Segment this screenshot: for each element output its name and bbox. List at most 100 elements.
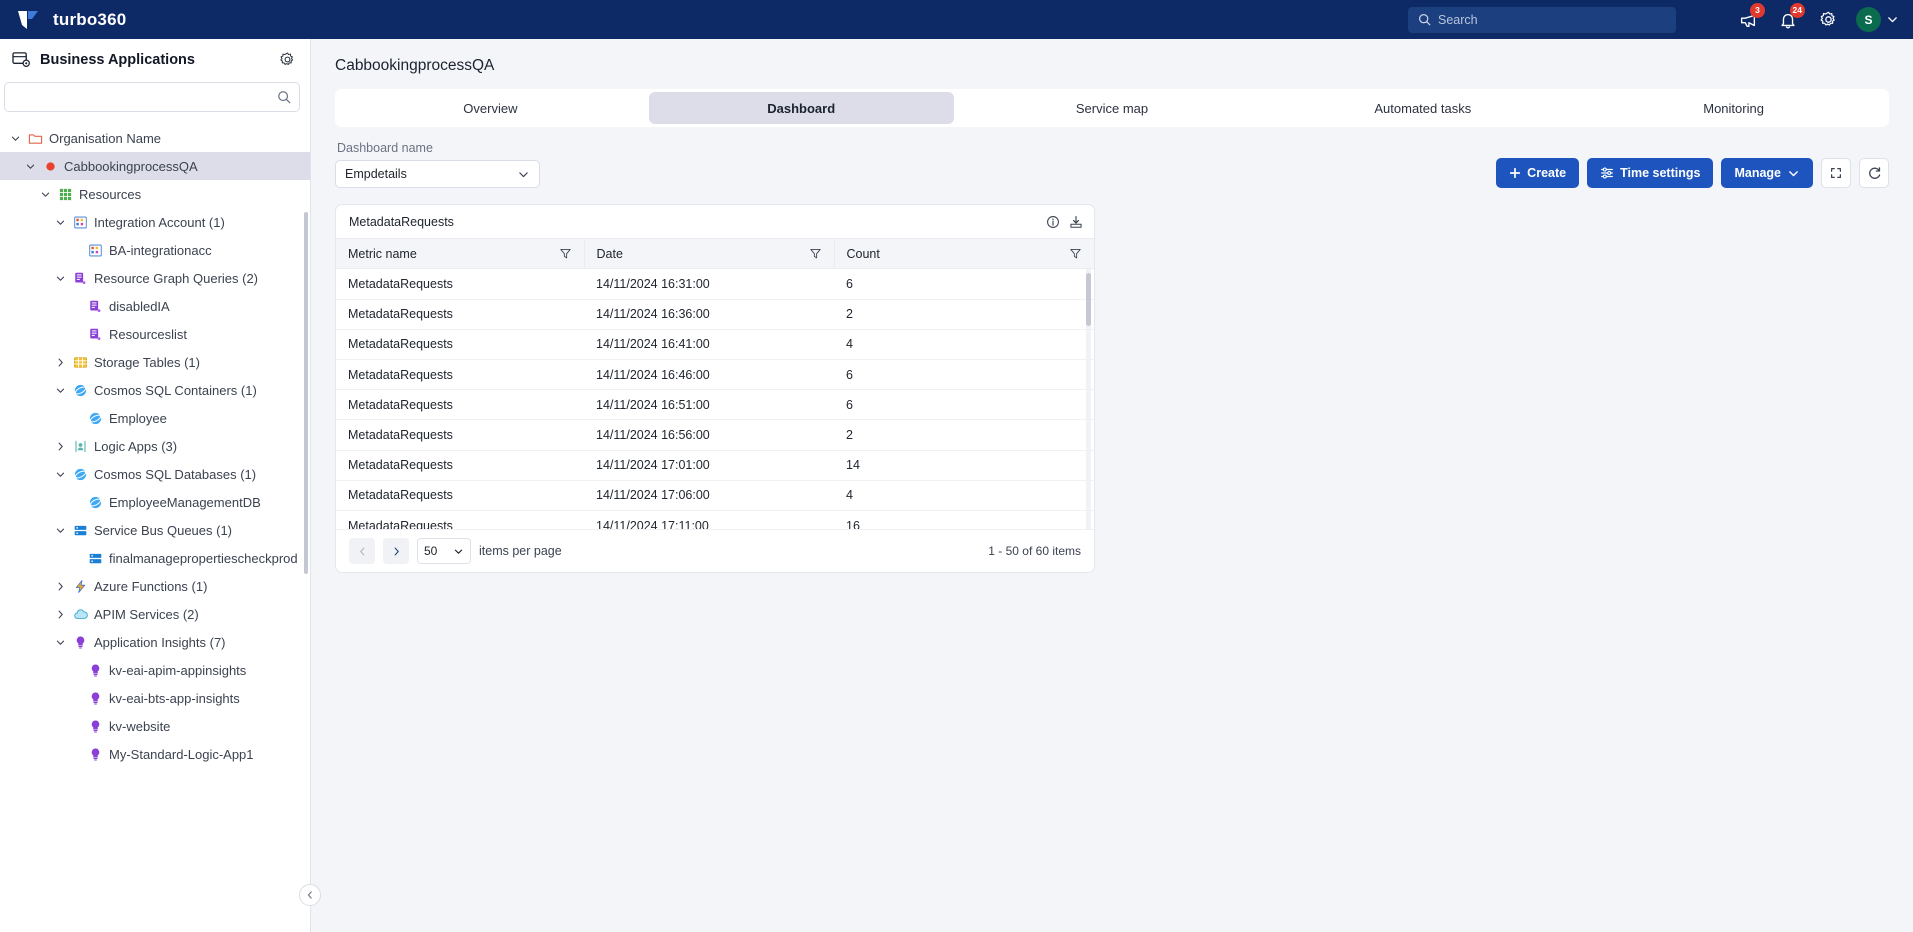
widget-export-button[interactable] [1069,215,1083,229]
sidebar-collapse-button[interactable] [299,884,321,906]
tree-node[interactable]: Logic Apps (3) [0,432,310,460]
search-input[interactable] [1438,12,1666,27]
tree-node[interactable]: Application Insights (7) [0,628,310,656]
tree-node[interactable]: BA-integrationacc [0,236,310,264]
manage-button[interactable]: Manage [1721,158,1813,188]
search-icon [278,91,291,104]
fullscreen-button[interactable] [1821,158,1851,188]
table-column-header[interactable]: Count [834,238,1094,269]
dashboard-name-select[interactable]: Empdetails [335,160,540,188]
tree-node-caret[interactable] [38,189,52,200]
tree-node[interactable]: APIM Services (2) [0,600,310,628]
table-row[interactable]: MetadataRequests 14/11/2024 16:31:00 6 [336,269,1094,300]
cosmos-icon [89,496,102,508]
tree-node[interactable]: Organisation Name [0,124,310,152]
table-cell: MetadataRequests [336,510,584,529]
table-row[interactable]: MetadataRequests 14/11/2024 16:36:00 2 [336,299,1094,330]
tree-node[interactable]: Resourceslist [0,320,310,348]
tab-automated-tasks[interactable]: Automated tasks [1270,92,1575,124]
tree-node-caret[interactable] [53,357,67,368]
sidebar-scrollbar[interactable] [304,212,308,574]
tree-node[interactable]: My-Standard-Logic-App1 [0,740,310,768]
user-menu[interactable]: S [1848,7,1913,32]
refresh-button[interactable] [1859,158,1889,188]
tree-node[interactable]: Resources [0,180,310,208]
next-page-button[interactable] [383,538,409,564]
tree-node-caret[interactable] [53,637,67,648]
tree-node[interactable]: Azure Functions (1) [0,572,310,600]
chevron-down-icon [56,276,64,281]
resource-tree-scroll[interactable]: Organisation Name CabbookingprocessQA Reso… [0,124,310,932]
tree-node[interactable]: Employee [0,404,310,432]
tree-node-caret[interactable] [53,217,67,228]
tree-node[interactable]: kv-eai-apim-appinsights [0,656,310,684]
brand[interactable]: turbo360 [0,8,126,32]
tree-node[interactable]: CabbookingprocessQA [0,152,310,180]
chevron-right-icon [58,610,63,618]
tree-node[interactable]: Storage Tables (1) [0,348,310,376]
tree-node-caret[interactable] [53,609,67,620]
table-row[interactable]: MetadataRequests 14/11/2024 17:06:00 4 [336,480,1094,512]
tree-node[interactable]: Cosmos SQL Containers (1) [0,376,310,404]
widget-info-button[interactable] [1046,215,1060,229]
chevron-down-icon [56,472,64,477]
tree-node[interactable]: Resource Graph Queries (2) [0,264,310,292]
sidebar-search[interactable] [4,82,300,112]
filter-icon[interactable] [559,247,572,260]
tree-node-caret[interactable] [53,441,67,452]
tree-node[interactable]: Integration Account (1) [0,208,310,236]
filter-icon[interactable] [1069,247,1082,260]
tree-node-caret[interactable] [53,273,67,284]
tree-node[interactable]: kv-website [0,712,310,740]
table-row[interactable]: MetadataRequests 14/11/2024 16:56:00 2 [336,419,1094,451]
tree-node[interactable]: disabledIA [0,292,310,320]
filter-icon[interactable] [809,247,822,260]
tree-node-label: My-Standard-Logic-App1 [109,746,254,762]
table-column-header[interactable]: Date [584,238,835,269]
table-cell: 14/11/2024 16:46:00 [584,359,834,391]
tree-node-caret[interactable] [53,581,67,592]
tree-node[interactable]: kv-eai-bts-app-insights [0,684,310,712]
table-column-header[interactable]: Metric name [336,238,585,269]
table-row[interactable]: MetadataRequests 14/11/2024 17:01:00 14 [336,450,1094,481]
chevron-down-icon [41,192,49,197]
time-settings-button[interactable]: Time settings [1587,158,1714,188]
tree-node[interactable]: Service Bus Queues (1) [0,516,310,544]
search-icon [1419,14,1431,26]
table-row[interactable]: MetadataRequests 14/11/2024 16:46:00 6 [336,359,1094,391]
table-scrollbar[interactable] [1086,273,1091,326]
tab-dashboard[interactable]: Dashboard [648,92,954,124]
cosmos-icon [74,384,87,396]
page-size-select[interactable]: 50 [417,538,471,564]
table-row[interactable]: MetadataRequests 14/11/2024 16:41:00 4 [336,329,1094,361]
tree-node[interactable]: Cosmos SQL Databases (1) [0,460,310,488]
chevron-right-icon [58,582,63,590]
settings-button[interactable] [1808,0,1848,39]
table-row[interactable]: MetadataRequests 14/11/2024 16:51:00 6 [336,389,1094,421]
previous-page-button[interactable] [349,538,375,564]
tree-node-caret[interactable] [53,525,67,536]
tree-node[interactable]: EmployeeManagementDB [0,488,310,516]
tree-node-label: Service Bus Queues (1) [94,522,233,538]
tab-service-map[interactable]: Service map [960,92,1265,124]
chevron-down-icon [56,388,64,393]
sidebar-search-input[interactable] [13,90,277,104]
table-row[interactable]: MetadataRequests 14/11/2024 17:11:00 16 [336,510,1094,529]
notifications-button[interactable]: 24 [1768,0,1808,39]
tab-monitoring[interactable]: Monitoring [1581,92,1886,124]
column-header-label: Metric name [348,246,417,261]
sidebar-settings-button[interactable] [279,51,296,68]
global-search[interactable] [1408,6,1676,33]
tree-node-caret[interactable] [8,133,22,144]
announcements-button[interactable]: 3 [1728,0,1768,39]
tree-node-caret[interactable] [23,161,37,172]
logic-app-icon [75,440,86,452]
refresh-icon [1868,166,1880,179]
create-button[interactable]: Create [1496,158,1580,188]
tree-node[interactable]: finalmanagepropertiescheckprod [0,544,310,572]
metrics-table-body-scroll[interactable]: MetadataRequests 14/11/2024 16:31:00 6 Meta… [336,269,1094,529]
page-size-value: 50 [424,544,438,558]
tree-node-caret[interactable] [53,469,67,480]
tab-overview[interactable]: Overview [338,92,643,124]
tree-node-caret[interactable] [53,385,67,396]
